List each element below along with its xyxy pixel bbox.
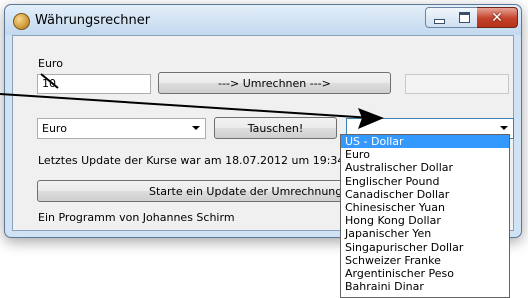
currency-dropdown-list[interactable]: US - Dollar Euro Australischer Dollar Engli…: [340, 134, 510, 298]
close-icon: ✕: [491, 9, 503, 26]
minimize-button[interactable]: [425, 7, 453, 28]
minimize-icon: [433, 19, 445, 24]
dropdown-option[interactable]: Euro: [341, 148, 509, 161]
dropdown-option[interactable]: Argentinischer Peso: [341, 267, 509, 280]
dropdown-option[interactable]: Canadischer Dollar: [341, 188, 509, 201]
result-field: [405, 74, 509, 94]
dropdown-option[interactable]: Bahraini Dinar: [341, 280, 509, 293]
author-text: Ein Programm von Johannes Schirm: [38, 211, 235, 224]
convert-button[interactable]: ---> Umrechnen --->: [158, 72, 391, 94]
dropdown-option[interactable]: Englischer Pound: [341, 175, 509, 188]
from-currency-value: Euro: [42, 122, 67, 135]
update-button[interactable]: Starte ein Update der Umrechnungs: [37, 180, 347, 202]
dropdown-option[interactable]: Schweizer Franke: [341, 254, 509, 267]
dropdown-option[interactable]: Australischer Dollar: [341, 161, 509, 174]
update-button-label: Starte ein Update der Umrechnungs: [149, 184, 347, 198]
dropdown-option[interactable]: US - Dollar: [341, 135, 509, 149]
chevron-down-icon: [192, 126, 200, 130]
dropdown-option[interactable]: Hong Kong Dollar: [341, 214, 509, 227]
dropdown-option[interactable]: Japanischer Yen: [341, 227, 509, 240]
from-currency-select[interactable]: Euro: [37, 118, 206, 139]
title-bar[interactable]: Währungsrechner ✕: [5, 5, 521, 35]
swap-button[interactable]: Tauschen!: [214, 117, 337, 139]
dropdown-option[interactable]: Chinesischer Yuan: [341, 201, 509, 214]
maximize-button[interactable]: [451, 7, 478, 28]
window-title: Währungsrechner: [35, 13, 151, 28]
maximize-icon: [458, 12, 470, 23]
dropdown-option[interactable]: Singapurischer Dollar: [341, 241, 509, 254]
close-button[interactable]: ✕: [477, 7, 518, 28]
last-update-text: Letztes Update der Kurse war am 18.07.20…: [38, 154, 374, 167]
coin-icon: [13, 13, 30, 30]
amount-input[interactable]: 10: [37, 74, 151, 94]
chevron-down-icon: [500, 126, 508, 130]
source-currency-label: Euro: [38, 57, 63, 70]
